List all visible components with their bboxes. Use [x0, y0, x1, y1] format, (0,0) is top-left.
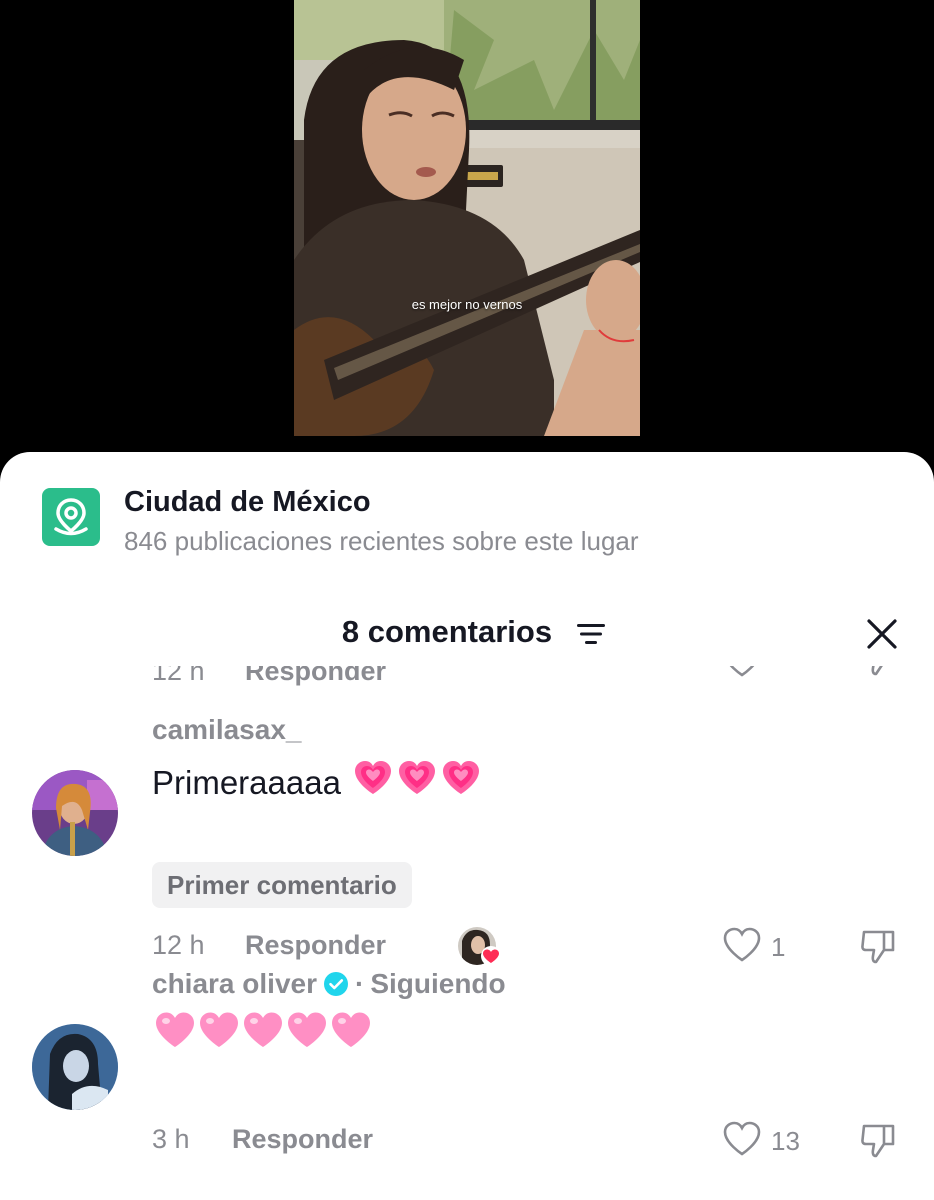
comment-username[interactable]: chiara oliver	[152, 968, 317, 999]
reply-button[interactable]: Responder	[232, 1124, 373, 1155]
pink-heart-emoji	[341, 761, 483, 801]
following-label: Siguiendo	[370, 968, 506, 999]
close-icon[interactable]	[866, 618, 898, 650]
creator-liked-avatar	[458, 927, 501, 966]
avatar[interactable]	[32, 770, 118, 856]
comment-username-row: chiara oliver · Siguiendo	[152, 968, 506, 1000]
dislike-icon[interactable]	[858, 926, 898, 966]
video-thumbnail	[294, 0, 640, 436]
like-count: 1	[771, 932, 786, 962]
verified-badge-icon	[323, 972, 348, 996]
comment-time: 12 h	[152, 666, 205, 686]
location-name: Ciudad de México	[124, 486, 371, 518]
filter-icon[interactable]	[577, 623, 605, 645]
comment-text	[152, 1010, 373, 1054]
heart-badge-icon	[481, 946, 501, 966]
video-caption: es mejor no vernos	[411, 297, 523, 312]
comment-username[interactable]: camilasax_	[152, 714, 301, 746]
comment-list[interactable]: 12 h Responder camilasax_ Primeraaaaa Pr…	[0, 666, 934, 1200]
partial-comment-meta: 12 h Responder	[152, 666, 912, 696]
comment-meta: 12 h Responder 1	[152, 927, 912, 970]
location-pin-icon	[42, 488, 100, 546]
comment-text: Primeraaaaa	[152, 758, 483, 802]
heart-outline-icon[interactable]	[722, 927, 762, 963]
heart-outline-icon[interactable]	[722, 1121, 762, 1157]
dislike-icon[interactable]	[858, 1120, 898, 1160]
comments-header: 8 comentarios	[0, 608, 934, 658]
reply-button[interactable]: Responder	[245, 666, 386, 687]
comments-count-title: 8 comentarios	[341, 614, 553, 649]
video-player[interactable]: es mejor no vernos	[0, 0, 934, 470]
location-banner[interactable]: Ciudad de México 846 publicaciones recie…	[42, 486, 892, 556]
comment-time: 3 h	[152, 1124, 190, 1154]
comment-time: 12 h	[152, 930, 205, 960]
comment-text-content: Primeraaaaa	[152, 764, 341, 801]
light-pink-heart-emoji	[152, 1012, 373, 1053]
location-subtitle: 846 publicaciones recientes sobre este l…	[124, 526, 639, 556]
like-count: 13	[771, 1126, 800, 1156]
reply-button[interactable]: Responder	[245, 930, 386, 961]
separator-dot: ·	[354, 968, 365, 999]
first-comment-badge: Primer comentario	[152, 862, 412, 908]
comment-meta: 3 h Responder 13	[152, 1121, 912, 1164]
dislike-icon[interactable]	[858, 666, 898, 678]
comments-sheet: Ciudad de México 846 publicaciones recie…	[0, 452, 934, 1200]
avatar[interactable]	[32, 1024, 118, 1110]
video-frame[interactable]: es mejor no vernos	[294, 0, 640, 436]
heart-outline-icon[interactable]	[722, 666, 762, 678]
